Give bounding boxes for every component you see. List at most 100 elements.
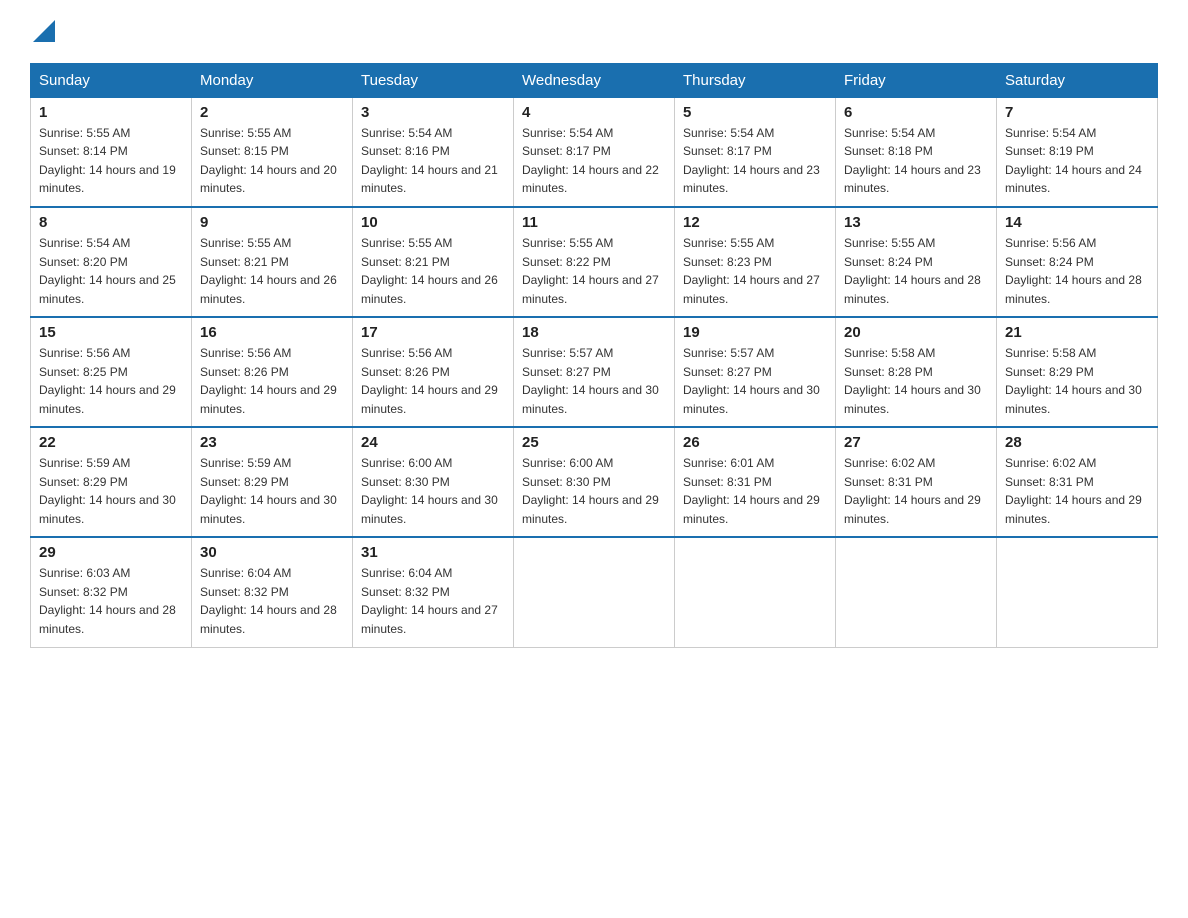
day-number: 25 — [522, 434, 666, 451]
day-info: Sunrise: 5:58 AMSunset: 8:29 PMDaylight:… — [1005, 344, 1149, 418]
day-number: 29 — [39, 544, 183, 561]
day-number: 11 — [522, 214, 666, 231]
day-number: 4 — [522, 104, 666, 121]
day-number: 7 — [1005, 104, 1149, 121]
calendar-cell: 9 Sunrise: 5:55 AMSunset: 8:21 PMDaylight… — [192, 207, 353, 317]
logo-triangle-icon — [33, 20, 55, 42]
day-number: 24 — [361, 434, 505, 451]
day-info: Sunrise: 5:58 AMSunset: 8:28 PMDaylight:… — [844, 344, 988, 418]
day-number: 18 — [522, 324, 666, 341]
weekday-header-row: SundayMondayTuesdayWednesdayThursdayFrid… — [31, 63, 1158, 97]
week-row-4: 22 Sunrise: 5:59 AMSunset: 8:29 PMDayligh… — [31, 427, 1158, 537]
day-info: Sunrise: 5:57 AMSunset: 8:27 PMDaylight:… — [683, 344, 827, 418]
day-number: 10 — [361, 214, 505, 231]
calendar-cell: 19 Sunrise: 5:57 AMSunset: 8:27 PMDayligh… — [675, 317, 836, 427]
day-info: Sunrise: 5:54 AMSunset: 8:17 PMDaylight:… — [522, 124, 666, 198]
calendar-cell: 31 Sunrise: 6:04 AMSunset: 8:32 PMDayligh… — [353, 537, 514, 647]
week-row-5: 29Sunrise: 6:03 AMSunset: 8:32 PMDayligh… — [31, 537, 1158, 647]
day-number: 21 — [1005, 324, 1149, 341]
day-number: 30 — [200, 544, 344, 561]
calendar-cell: 1 Sunrise: 5:55 AMSunset: 8:14 PMDaylight… — [31, 97, 192, 207]
day-info: Sunrise: 6:04 AMSunset: 8:32 PMDaylight:… — [200, 564, 344, 638]
calendar-cell: 23 Sunrise: 5:59 AMSunset: 8:29 PMDayligh… — [192, 427, 353, 537]
day-info: Sunrise: 5:56 AMSunset: 8:25 PMDaylight:… — [39, 344, 183, 418]
day-number: 27 — [844, 434, 988, 451]
day-number: 23 — [200, 434, 344, 451]
calendar-cell: 2Sunrise: 5:55 AMSunset: 8:15 PMDaylight… — [192, 97, 353, 207]
day-number: 13 — [844, 214, 988, 231]
day-number: 26 — [683, 434, 827, 451]
day-info: Sunrise: 5:54 AMSunset: 8:20 PMDaylight:… — [39, 234, 183, 308]
week-row-1: 1 Sunrise: 5:55 AMSunset: 8:14 PMDaylight… — [31, 97, 1158, 207]
day-number: 12 — [683, 214, 827, 231]
calendar-cell: 17 Sunrise: 5:56 AMSunset: 8:26 PMDayligh… — [353, 317, 514, 427]
calendar-cell: 27 Sunrise: 6:02 AMSunset: 8:31 PMDayligh… — [836, 427, 997, 537]
calendar-cell: 5Sunrise: 5:54 AMSunset: 8:17 PMDaylight… — [675, 97, 836, 207]
day-info: Sunrise: 6:02 AMSunset: 8:31 PMDaylight:… — [844, 454, 988, 528]
day-info: Sunrise: 5:55 AMSunset: 8:23 PMDaylight:… — [683, 234, 827, 308]
week-row-3: 15 Sunrise: 5:56 AMSunset: 8:25 PMDayligh… — [31, 317, 1158, 427]
day-info: Sunrise: 5:57 AMSunset: 8:27 PMDaylight:… — [522, 344, 666, 418]
day-number: 15 — [39, 324, 183, 341]
day-number: 16 — [200, 324, 344, 341]
calendar-cell: 7 Sunrise: 5:54 AMSunset: 8:19 PMDaylight… — [997, 97, 1158, 207]
day-info: Sunrise: 5:54 AMSunset: 8:18 PMDaylight:… — [844, 124, 988, 198]
day-info: Sunrise: 5:54 AMSunset: 8:17 PMDaylight:… — [683, 124, 827, 198]
calendar-cell: 22 Sunrise: 5:59 AMSunset: 8:29 PMDayligh… — [31, 427, 192, 537]
calendar-cell: 25 Sunrise: 6:00 AMSunset: 8:30 PMDayligh… — [514, 427, 675, 537]
day-number: 31 — [361, 544, 505, 561]
day-number: 17 — [361, 324, 505, 341]
day-info: Sunrise: 6:00 AMSunset: 8:30 PMDaylight:… — [522, 454, 666, 528]
calendar-cell: 20Sunrise: 5:58 AMSunset: 8:28 PMDayligh… — [836, 317, 997, 427]
calendar-cell: 28 Sunrise: 6:02 AMSunset: 8:31 PMDayligh… — [997, 427, 1158, 537]
calendar-cell — [997, 537, 1158, 647]
day-info: Sunrise: 6:04 AMSunset: 8:32 PMDaylight:… — [361, 564, 505, 638]
weekday-header-monday: Monday — [192, 63, 353, 97]
day-number: 22 — [39, 434, 183, 451]
calendar-cell: 3Sunrise: 5:54 AMSunset: 8:16 PMDaylight… — [353, 97, 514, 207]
day-info: Sunrise: 5:55 AMSunset: 8:14 PMDaylight:… — [39, 124, 183, 198]
day-info: Sunrise: 6:02 AMSunset: 8:31 PMDaylight:… — [1005, 454, 1149, 528]
day-number: 8 — [39, 214, 183, 231]
calendar-cell: 11Sunrise: 5:55 AMSunset: 8:22 PMDayligh… — [514, 207, 675, 317]
day-number: 9 — [200, 214, 344, 231]
logo — [30, 20, 55, 47]
calendar-cell: 14Sunrise: 5:56 AMSunset: 8:24 PMDayligh… — [997, 207, 1158, 317]
calendar-cell: 30 Sunrise: 6:04 AMSunset: 8:32 PMDayligh… — [192, 537, 353, 647]
calendar-cell: 16 Sunrise: 5:56 AMSunset: 8:26 PMDayligh… — [192, 317, 353, 427]
day-info: Sunrise: 5:54 AMSunset: 8:19 PMDaylight:… — [1005, 124, 1149, 198]
calendar-cell — [836, 537, 997, 647]
day-info: Sunrise: 6:00 AMSunset: 8:30 PMDaylight:… — [361, 454, 505, 528]
day-info: Sunrise: 5:59 AMSunset: 8:29 PMDaylight:… — [39, 454, 183, 528]
day-info: Sunrise: 5:59 AMSunset: 8:29 PMDaylight:… — [200, 454, 344, 528]
day-number: 28 — [1005, 434, 1149, 451]
calendar-cell: 10 Sunrise: 5:55 AMSunset: 8:21 PMDayligh… — [353, 207, 514, 317]
weekday-header-friday: Friday — [836, 63, 997, 97]
calendar-table: SundayMondayTuesdayWednesdayThursdayFrid… — [30, 63, 1158, 648]
calendar-cell: 13 Sunrise: 5:55 AMSunset: 8:24 PMDayligh… — [836, 207, 997, 317]
calendar-cell: 12 Sunrise: 5:55 AMSunset: 8:23 PMDayligh… — [675, 207, 836, 317]
calendar-cell: 24 Sunrise: 6:00 AMSunset: 8:30 PMDayligh… — [353, 427, 514, 537]
day-info: Sunrise: 5:55 AMSunset: 8:21 PMDaylight:… — [200, 234, 344, 308]
day-number: 19 — [683, 324, 827, 341]
day-number: 2 — [200, 104, 344, 121]
calendar-cell: 26Sunrise: 6:01 AMSunset: 8:31 PMDayligh… — [675, 427, 836, 537]
day-number: 6 — [844, 104, 988, 121]
day-info: Sunrise: 5:55 AMSunset: 8:24 PMDaylight:… — [844, 234, 988, 308]
week-row-2: 8 Sunrise: 5:54 AMSunset: 8:20 PMDaylight… — [31, 207, 1158, 317]
weekday-header-thursday: Thursday — [675, 63, 836, 97]
day-info: Sunrise: 5:56 AMSunset: 8:26 PMDaylight:… — [200, 344, 344, 418]
header — [30, 20, 1158, 47]
calendar-cell: 29Sunrise: 6:03 AMSunset: 8:32 PMDayligh… — [31, 537, 192, 647]
day-info: Sunrise: 5:56 AMSunset: 8:26 PMDaylight:… — [361, 344, 505, 418]
weekday-header-tuesday: Tuesday — [353, 63, 514, 97]
day-number: 1 — [39, 104, 183, 121]
calendar-cell: 4 Sunrise: 5:54 AMSunset: 8:17 PMDaylight… — [514, 97, 675, 207]
day-info: Sunrise: 5:55 AMSunset: 8:21 PMDaylight:… — [361, 234, 505, 308]
calendar-cell: 8 Sunrise: 5:54 AMSunset: 8:20 PMDaylight… — [31, 207, 192, 317]
calendar-cell — [675, 537, 836, 647]
calendar-cell: 21 Sunrise: 5:58 AMSunset: 8:29 PMDayligh… — [997, 317, 1158, 427]
day-number: 3 — [361, 104, 505, 121]
weekday-header-wednesday: Wednesday — [514, 63, 675, 97]
calendar-cell: 15 Sunrise: 5:56 AMSunset: 8:25 PMDayligh… — [31, 317, 192, 427]
